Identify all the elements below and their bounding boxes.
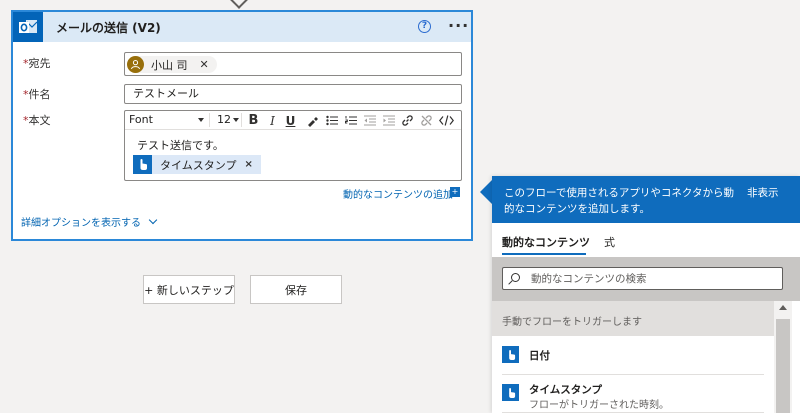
decrease-indent-icon[interactable] [361,112,378,129]
bold-icon[interactable]: B [245,112,262,129]
bulleted-list-icon[interactable] [323,112,340,129]
to-label-text: 宛先 [28,57,51,70]
connector-arrow-icon [229,0,249,9]
card-header[interactable]: メールの送信 (V2) ? ··· [13,12,471,42]
touch-icon [133,155,152,174]
search-icon [511,273,520,282]
panel-tabs: 動的なコンテンツ 式 [492,223,800,257]
chevron-down-icon[interactable] [233,118,239,122]
subject-label: *件名 [23,86,51,102]
list-item-date[interactable]: 日付 [492,336,774,374]
scrollbar[interactable] [774,301,792,413]
search-area [492,257,800,301]
unlink-icon[interactable] [418,112,435,129]
show-advanced-options-link[interactable]: 詳細オプションを表示する [21,214,158,229]
recipient-name: 小山 司 [151,58,188,72]
section-title: 手動でフローをトリガーします [502,317,642,328]
numbered-list-icon[interactable] [342,112,359,129]
editor-toolbar: Font 12 B I U [125,111,461,130]
dynamic-content-panel: このフローで使用されるアプリやコネクタから動的なコンテンツを追加します。 非表示… [492,176,800,413]
panel-pointer [480,180,492,204]
subject-label-text: 件名 [28,88,51,101]
increase-indent-icon[interactable] [380,112,397,129]
list-item-subtitle: フローがトリガーされた時刻。 [529,400,669,411]
more-icon[interactable]: ··· [448,16,469,35]
chevron-down-icon[interactable] [198,118,204,122]
tab-dynamic-content[interactable]: 動的なコンテンツ [502,234,590,250]
body-text: テスト送信です。 [137,139,224,152]
save-button[interactable]: 保存 [250,275,342,304]
new-step-button[interactable]: + 新しいステップ [143,275,235,304]
tab-expression[interactable]: 式 [604,234,615,250]
show-advanced-options-label: 詳細オプションを表示する [21,218,141,229]
search-box[interactable] [502,267,783,290]
chevron-down-icon [148,215,158,224]
help-icon[interactable]: ? [418,20,431,33]
toolbar-divider [209,113,210,127]
scroll-thumb[interactable] [776,319,790,413]
code-icon[interactable] [438,112,455,129]
body-editor[interactable]: Font 12 B I U テスト送信です。 タイムスタンプ × [124,110,462,181]
add-dynamic-content-icon[interactable]: + [450,187,460,197]
to-field[interactable]: 小山 司 ✕ [124,52,462,76]
trigger-section-header[interactable]: 手動でフローをトリガーします [492,301,774,336]
touch-icon [502,346,519,363]
toolbar-divider [241,113,242,127]
body-label: *本文 [23,112,51,128]
touch-icon [502,384,519,401]
highlighter-icon[interactable] [303,112,320,129]
font-select[interactable]: Font [129,113,153,126]
add-dynamic-content-link[interactable]: 動的なコンテンツの追加 [343,186,453,201]
token-label: タイムスタンプ [160,158,237,172]
outlook-icon [13,12,43,42]
search-input[interactable] [531,268,781,289]
card-title: メールの送信 (V2) [56,20,161,35]
scroll-up-icon[interactable] [779,305,787,310]
list-item-title: タイムスタンプ [529,384,602,396]
list-item-timestamp[interactable]: タイムスタンプ フローがトリガーされた時刻。 [492,374,774,412]
person-icon [127,56,144,73]
italic-icon[interactable]: I [264,112,281,129]
font-size-select[interactable]: 12 [217,113,231,126]
close-icon[interactable]: ✕ [200,58,209,71]
body-label-text: 本文 [28,114,51,127]
send-email-card[interactable]: メールの送信 (V2) ? ··· *宛先 小山 司 ✕ *件名 テストメール … [11,10,473,241]
timestamp-token[interactable]: タイムスタンプ × [133,155,261,174]
subject-input[interactable]: テストメール [124,84,462,104]
to-label: *宛先 [23,55,51,71]
underline-icon[interactable]: U [282,112,299,129]
list-item-title: 日付 [529,350,550,362]
link-icon[interactable] [399,112,416,129]
banner-text: このフローで使用されるアプリやコネクタから動的なコンテンツを追加します。 [504,187,734,215]
recipient-chip[interactable]: 小山 司 ✕ [127,56,217,73]
active-tab-indicator [502,253,586,255]
close-icon[interactable]: × [244,159,252,170]
hide-button[interactable]: 非表示 [747,185,779,200]
panel-banner: このフローで使用されるアプリやコネクタから動的なコンテンツを追加します。 非表示 [492,176,800,223]
